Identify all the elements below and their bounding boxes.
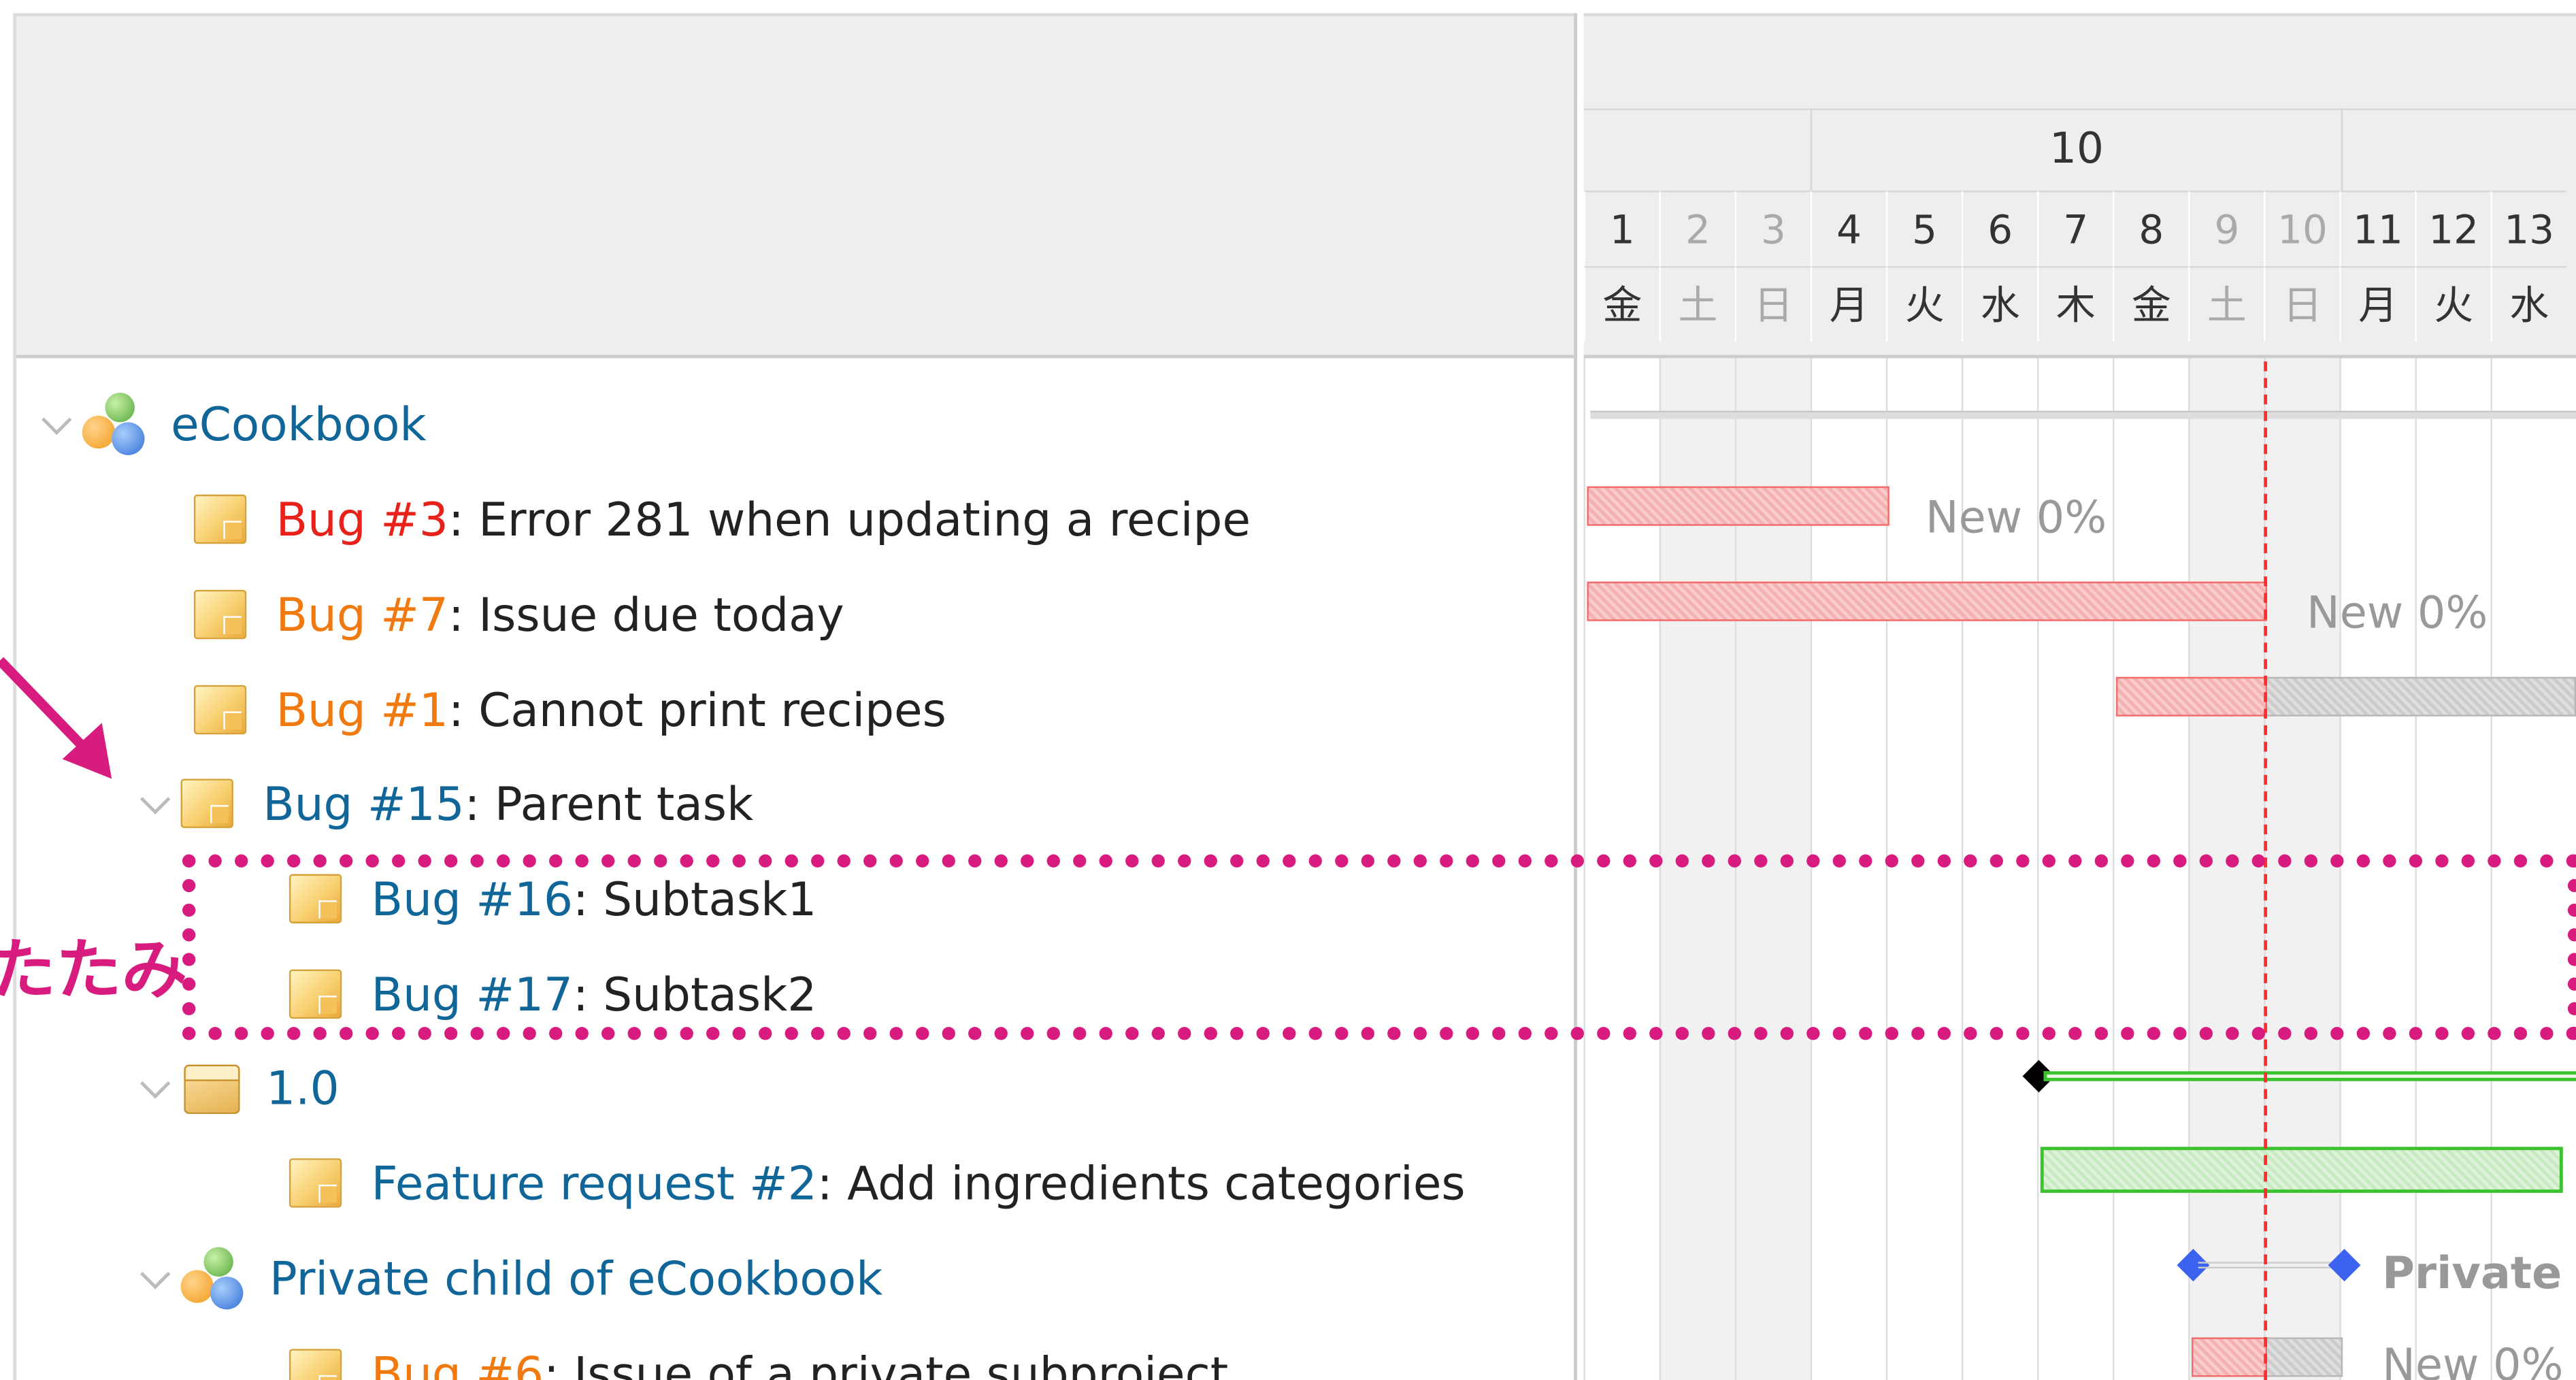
day-cell: 11 [2339,191,2415,267]
issue-subject: : Cannot print recipes [448,683,946,737]
chart-header: 10 1 2 3 4 5 6 7 8 9 10 11 12 13 金 土 日 月… [1583,13,2576,359]
issue-row-bug7: Bug #7 : Issue due today [193,567,844,662]
issue-row-bug6: Bug #6 : Issue of a private subproject [288,1326,1229,1380]
weekday-cell: 金 [1583,266,1659,342]
version-bar[interactable] [2043,1071,2576,1081]
project-row-private-child: Private child of eCookbook [138,1230,882,1326]
issue-icon [288,1349,342,1380]
collapse-chevron-icon[interactable] [39,406,76,442]
issue-link[interactable]: Bug #7 [276,587,448,642]
issue-row-bug1: Bug #1 : Cannot print recipes [193,662,946,757]
package-icon [181,1055,247,1121]
weekday-cell: 水 [1961,266,2038,342]
weekday-cell: 火 [1885,266,1962,342]
project-icon [180,1244,250,1313]
issue-subject: : Add ingredients categories [816,1155,1466,1211]
bar-label-subproject: Private [2382,1249,2562,1300]
gantt-bar-bug6-done[interactable] [2191,1337,2268,1377]
collapse-chevron-icon[interactable] [138,1070,174,1106]
gantt-bar-bug1-todo[interactable] [2267,676,2576,717]
day-cell: 4 [1810,191,1886,267]
subproject-bar[interactable] [2198,1262,2340,1269]
gantt-view: eCookbook Bug #3 : Error 281 when updati… [0,0,2576,1380]
annotation-label: たたみ [0,933,188,1009]
gantt-bar-bug1-done[interactable] [2115,676,2268,717]
issue-subject: : Parent task [464,776,754,831]
gantt-bar-bug3[interactable] [1587,486,1889,526]
weekday-cell: 土 [1659,266,1735,342]
weekday-cell: 日 [2264,266,2340,342]
gantt-bar-bug7[interactable] [1587,581,2268,621]
weekday-cell: 水 [2490,266,2566,342]
issue-link[interactable]: Bug #3 [276,492,448,546]
version-link[interactable]: 1.0 [266,1061,340,1115]
project-link[interactable]: Private child of eCookbook [269,1251,882,1306]
gantt-bar-feature2[interactable] [2040,1147,2563,1193]
issue-icon [193,685,247,735]
issue-row-bug3: Bug #3 : Error 281 when updating a recip… [193,472,1251,567]
weekday-cell: 火 [2415,266,2491,342]
weekday-cell: 月 [1810,266,1886,342]
bar-label-bug3: New 0% [1925,493,2107,544]
annotation-arrow-icon [0,657,112,779]
issue-row-feature2: Feature request #2 : Add ingredients cat… [288,1135,1466,1230]
gantt-chart-panel: 10 1 2 3 4 5 6 7 8 9 10 11 12 13 金 土 日 月… [1583,13,2576,1380]
weekday-cell: 日 [1734,266,1811,342]
issue-icon [288,1158,342,1208]
day-cell: 5 [1885,191,1962,267]
day-cell: 12 [2415,191,2491,267]
day-cell: 10 [2264,191,2340,267]
version-row-1-0: 1.0 [138,1040,340,1135]
issue-link[interactable]: Bug #15 [263,776,464,831]
issue-icon [180,778,233,828]
issue-row-bug15: Bug #15 : Parent task [138,756,753,851]
weekday-cell: 木 [2037,266,2113,342]
day-cell: 7 [2037,191,2113,267]
weekday-cell: 金 [2113,266,2189,342]
gantt-bar-bug6-todo[interactable] [2267,1337,2343,1377]
collapse-chevron-icon[interactable] [138,785,174,821]
bar-label-bug6: New 0% [2382,1341,2564,1380]
day-cell: 6 [1961,191,2038,267]
day-cell: 1 [1583,191,1659,267]
issue-link[interactable]: Bug #1 [276,683,448,737]
annotation-collapse-box [182,854,2576,1040]
month-label: 10 [1810,108,2343,191]
day-cell: 13 [2490,191,2566,267]
bar-label-bug7: New 0% [2307,588,2488,640]
weekday-cell: 土 [2188,266,2264,342]
project-icon [82,389,151,458]
issue-subject: : Issue of a private subproject [543,1346,1229,1380]
subjects-header [16,13,1574,359]
day-cell: 9 [2188,191,2264,267]
weekday-cell: 月 [2339,266,2415,342]
issue-icon [193,494,247,544]
issue-subject: : Issue due today [448,587,844,642]
issue-link[interactable]: Feature request #2 [371,1156,817,1211]
project-link[interactable]: eCookbook [171,397,426,451]
gantt-subjects-panel: eCookbook Bug #3 : Error 281 when updati… [13,13,1577,1380]
issue-icon [193,589,247,640]
day-cell: 3 [1734,191,1811,267]
issue-subject: : Error 281 when updating a recipe [448,492,1251,546]
project-row-ecookbook[interactable]: eCookbook [39,376,427,472]
day-cell: 8 [2113,191,2189,267]
issue-link[interactable]: Bug #6 [371,1347,544,1380]
project-summary-bar [1590,410,2576,419]
day-cell: 2 [1659,191,1735,267]
collapse-chevron-icon[interactable] [138,1260,174,1296]
